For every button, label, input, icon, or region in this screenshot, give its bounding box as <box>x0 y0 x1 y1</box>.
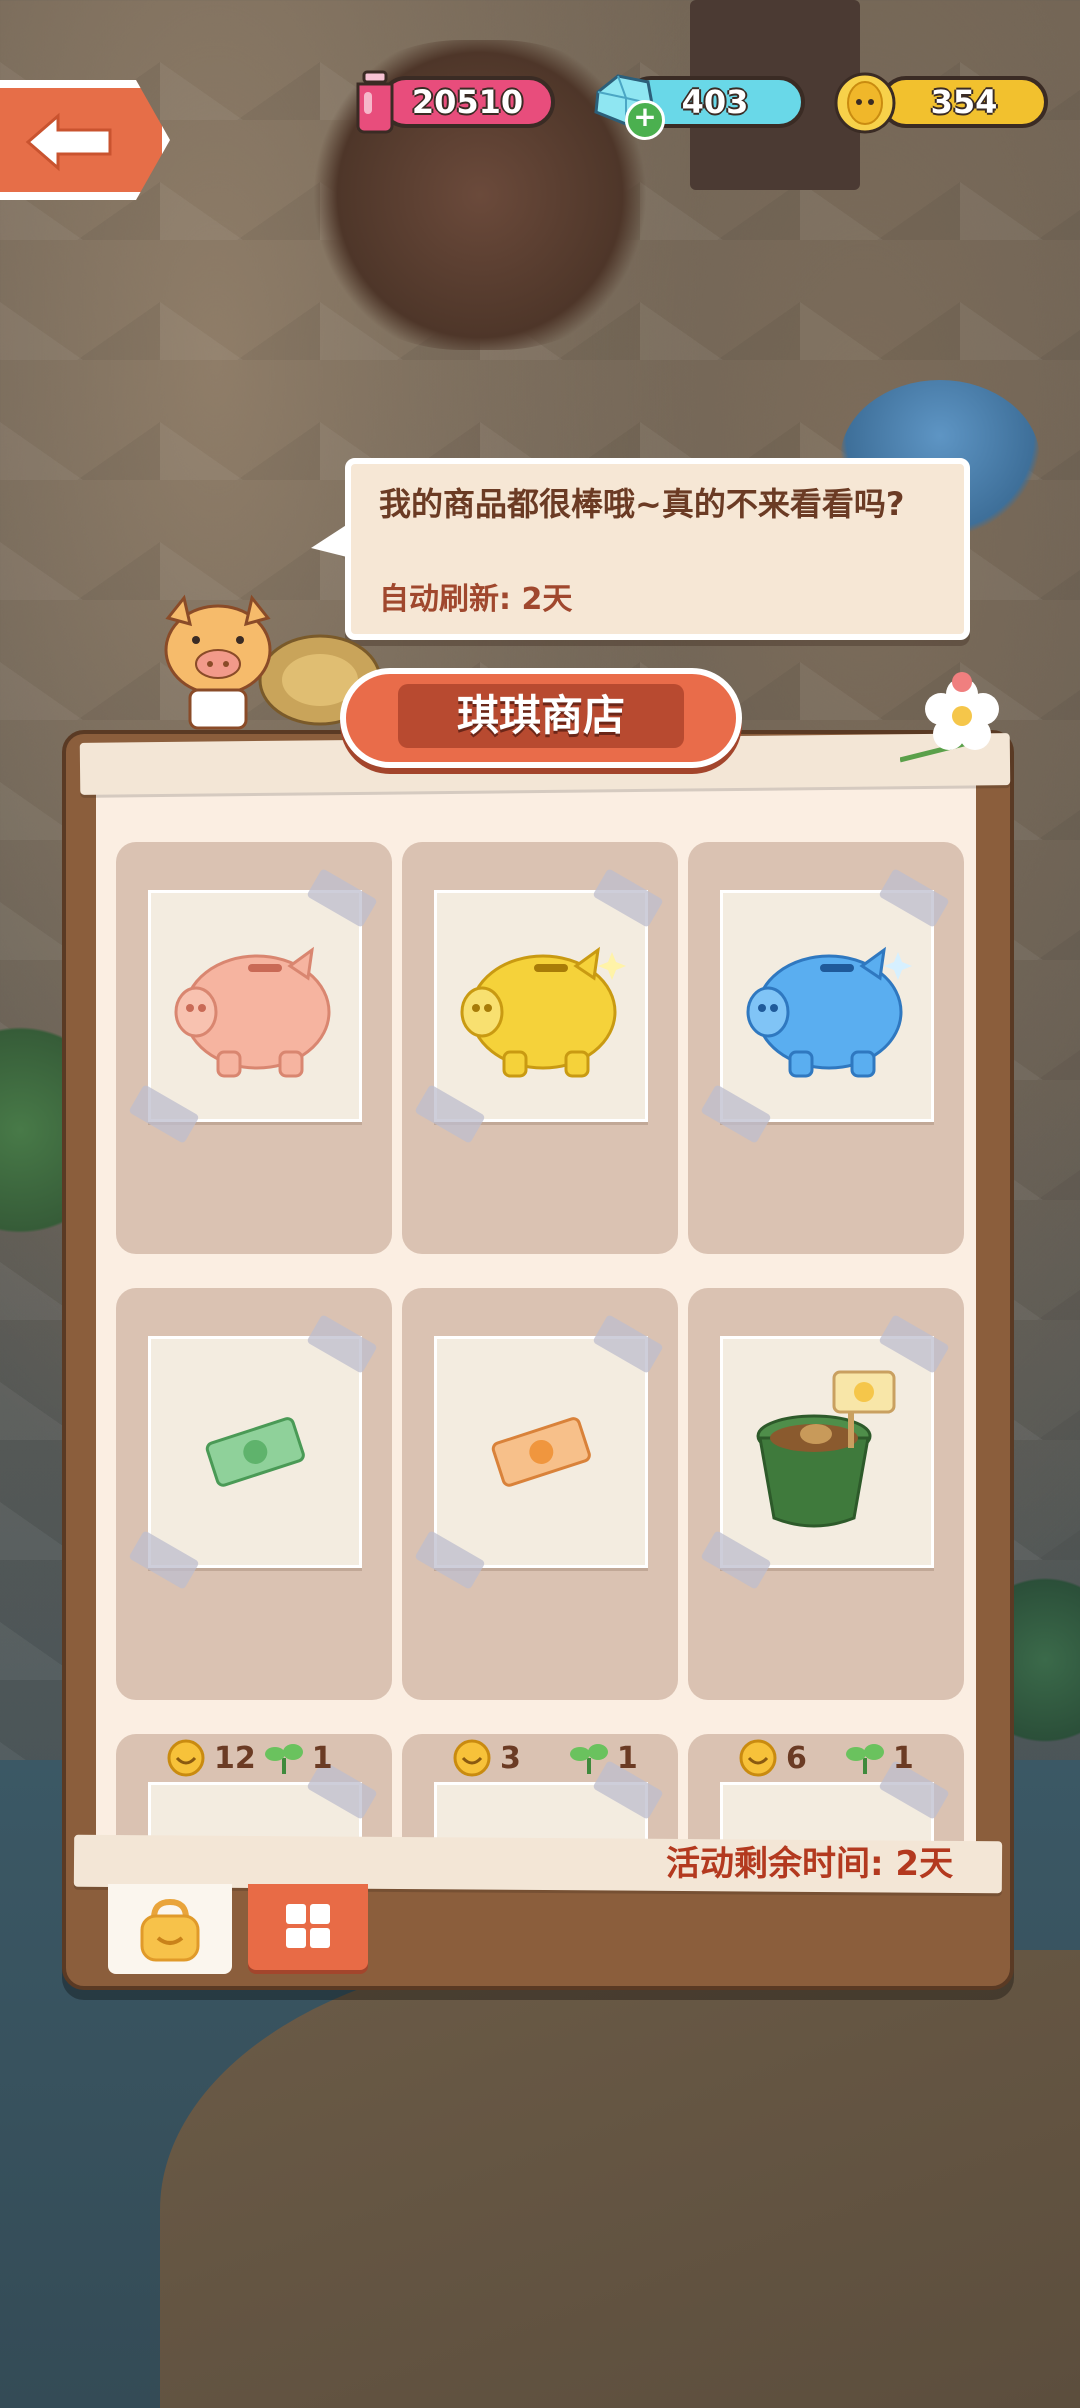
sprout-token-icon <box>845 1744 884 1774</box>
shopping-bag-icon <box>140 1898 200 1962</box>
sprout-cost: 1 <box>616 1740 638 1776</box>
shop-item-blue-piggy-bank[interactable] <box>688 842 964 1254</box>
back-button[interactable] <box>0 80 170 200</box>
potion-bottle-icon <box>356 70 394 134</box>
sprout-token-icon <box>264 1744 303 1774</box>
smiley-cost: 12 <box>214 1740 256 1776</box>
coin-counter: 354 <box>880 76 1048 128</box>
shop-item-partial-2[interactable]: 3 1 <box>402 1734 678 1844</box>
shop-item-gold-piggy-bank[interactable] <box>402 842 678 1254</box>
shop-item-partial-1[interactable]: 12 1 <box>116 1734 392 1844</box>
shop-item-orange-ticket[interactable] <box>402 1288 678 1700</box>
smiley-token-icon <box>453 1739 491 1777</box>
blue-piggy-bank-icon <box>746 946 912 1078</box>
flower-decoration-icon <box>900 672 999 763</box>
smiley-token-icon <box>739 1739 777 1777</box>
shop-title: 琪琪商店 <box>398 684 684 748</box>
orange-ticket-icon <box>491 1417 591 1487</box>
sprout-cost: 1 <box>311 1740 333 1776</box>
potion-count: 20510 <box>411 83 524 121</box>
seed-pot-icon <box>756 1370 896 1528</box>
green-ticket-icon <box>205 1417 305 1487</box>
background-sand <box>160 1950 1080 2408</box>
smiley-token-icon <box>167 1739 205 1777</box>
back-arrow-icon <box>25 112 112 172</box>
coin-count: 354 <box>930 83 998 121</box>
dialog-message: 我的商品都很棒哦~真的不来看看吗? <box>379 485 905 523</box>
sprout-token-icon <box>569 1744 608 1774</box>
add-gem-button[interactable]: + <box>625 100 665 140</box>
shop-item-pink-piggy-bank[interactable] <box>116 842 392 1254</box>
tab-grid[interactable] <box>248 1884 368 1970</box>
sprout-cost: 1 <box>892 1740 914 1776</box>
grid-icon <box>286 1904 330 1948</box>
smiley-cost: 3 <box>500 1740 521 1776</box>
shop-item-partial-3[interactable]: 6 1 <box>688 1734 964 1844</box>
smiley-cost: 6 <box>786 1740 807 1776</box>
remaining-time-label: 活动剩余时间: 2天 <box>666 1844 954 1884</box>
shopkeeper-dialog: 我的商品都很棒哦~真的不来看看吗? 自动刷新: 2天 <box>311 458 970 640</box>
tab-shop-bag[interactable] <box>108 1884 232 1974</box>
coin-icon <box>834 72 896 134</box>
gold-piggy-bank-icon <box>460 946 626 1078</box>
shop-item-green-ticket[interactable] <box>116 1288 392 1700</box>
pink-piggy-bank-icon <box>174 946 331 1078</box>
gem-count: 403 <box>681 83 749 121</box>
shop-item-seed-pot[interactable] <box>688 1288 964 1700</box>
potion-counter: 20510 <box>380 76 555 128</box>
auto-refresh-label: 自动刷新: 2天 <box>379 582 573 617</box>
